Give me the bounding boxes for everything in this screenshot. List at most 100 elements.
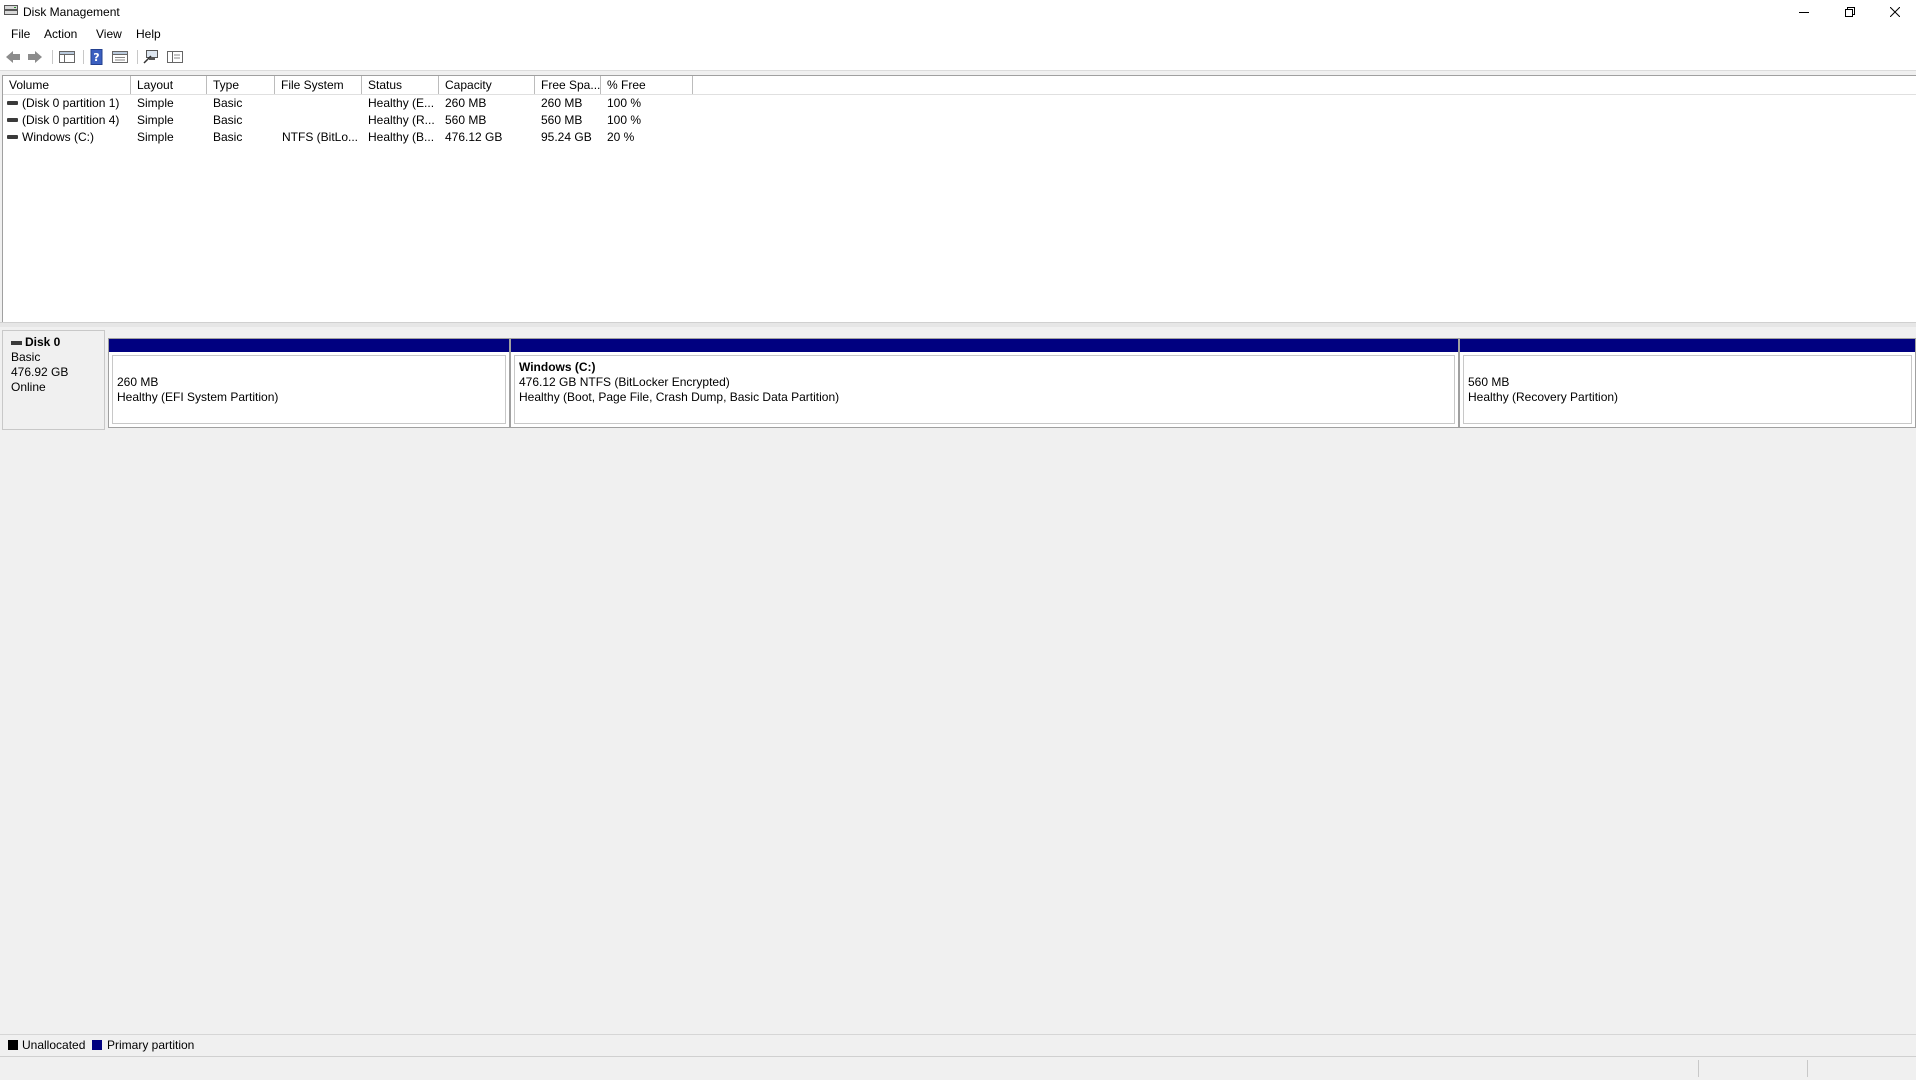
console-tree-button[interactable] [57, 48, 77, 66]
cell-layout: Simple [137, 113, 174, 127]
disk-state: Online [11, 380, 46, 394]
cell-type: Basic [213, 113, 243, 127]
partition-status: Healthy (Recovery Partition) [1468, 390, 1619, 404]
cell-type: Basic [213, 130, 243, 144]
cell-free-space: 560 MB [541, 113, 583, 127]
partition-recovery[interactable]: 560 MB Healthy (Recovery Partition) [1459, 338, 1916, 428]
partition-status: Healthy (Boot, Page File, Crash Dump, Ba… [519, 390, 840, 404]
disk-icon [11, 340, 22, 345]
primary-partition-bar [1460, 339, 1915, 352]
status-bar-divider [1698, 1060, 1700, 1077]
cell-file-system: NTFS (BitLo... [282, 130, 359, 144]
cell-percent-free: 100 % [607, 113, 642, 127]
drive-icon [7, 117, 18, 122]
cell-volume: (Disk 0 partition 4) [7, 112, 131, 129]
legend-unallocated: Unallocated [22, 1038, 86, 1052]
cell-layout: Simple [137, 96, 174, 110]
disk-kind: Basic [11, 350, 41, 364]
cell-capacity: 476.12 GB [445, 130, 503, 144]
partition-size: 260 MB [117, 375, 159, 389]
console-tree-icon [59, 51, 75, 63]
back-arrow-icon [6, 51, 20, 63]
column-header-status[interactable]: Status [362, 76, 439, 94]
disk-0-row: Disk 0 Basic 476.92 GB Online 260 MB Hea… [2, 330, 1916, 432]
cell-free-space: 260 MB [541, 96, 583, 110]
cell-layout: Simple [137, 130, 174, 144]
legend: Unallocated Primary partition [0, 1034, 1916, 1055]
menu-action[interactable]: Action [44, 27, 77, 41]
pane-splitter[interactable] [0, 322, 1916, 327]
toolbar: ? [0, 44, 1916, 71]
cell-percent-free: 100 % [607, 96, 642, 110]
restore-icon [1845, 7, 1855, 17]
partition-size: 560 MB [1468, 375, 1510, 389]
table-row[interactable]: (Disk 0 partition 1) Simple Basic Health… [3, 95, 1916, 112]
cell-file-system [282, 95, 362, 112]
view-pane-button[interactable] [165, 48, 185, 66]
partition-body: 560 MB Healthy (Recovery Partition) [1463, 355, 1912, 424]
cell-free-space: 95.24 GB [541, 130, 592, 144]
cell-status: Healthy (B... [368, 130, 435, 144]
menu-file[interactable]: File [11, 27, 30, 41]
primary-partition-bar [511, 339, 1458, 352]
menu-bar: File Action View Help [0, 24, 1916, 44]
cell-capacity: 560 MB [445, 113, 487, 127]
primary-partition-bar [109, 339, 509, 352]
properties-button[interactable] [110, 48, 130, 66]
column-header-file-system[interactable]: File System [275, 76, 362, 94]
disk-name-line: Disk 0 [11, 335, 104, 350]
disk-size: 476.92 GB [11, 365, 69, 379]
column-header-row: Volume Layout Type File System Status Ca… [3, 76, 1916, 95]
column-header-volume[interactable]: Volume [3, 76, 131, 94]
back-button[interactable] [3, 48, 23, 66]
volume-list[interactable]: Volume Layout Type File System Status Ca… [2, 75, 1916, 323]
properties-icon [112, 51, 128, 63]
disk-label[interactable]: Disk 0 Basic 476.92 GB Online [2, 330, 105, 430]
help-icon: ? [90, 49, 103, 65]
partition-status: Healthy (EFI System Partition) [117, 390, 279, 404]
disk-name: Disk 0 [25, 335, 61, 349]
cell-volume: (Disk 0 partition 1) [7, 95, 131, 112]
volume-name: (Disk 0 partition 4) [22, 113, 120, 127]
cell-volume: Windows (C:) [7, 129, 131, 146]
status-bar-divider [1807, 1060, 1809, 1077]
menu-view[interactable]: View [96, 27, 122, 41]
partition-body: 260 MB Healthy (EFI System Partition) [112, 355, 506, 424]
status-bar [0, 1056, 1916, 1080]
column-header-free-space[interactable]: Free Spa... [535, 76, 601, 94]
cell-status: Healthy (R... [368, 113, 435, 127]
toolbar-separator [52, 50, 53, 64]
menu-help[interactable]: Help [136, 27, 161, 41]
partition-title [117, 360, 505, 375]
table-row[interactable]: Windows (C:) Simple Basic NTFS (BitLo...… [3, 129, 1916, 146]
connect-button[interactable] [141, 48, 161, 66]
partition-efi[interactable]: 260 MB Healthy (EFI System Partition) [108, 338, 510, 428]
column-header-percent-free[interactable]: % Free [601, 76, 693, 94]
drive-icon [7, 134, 18, 139]
drive-icon [7, 100, 18, 105]
cell-file-system [282, 112, 362, 129]
forward-button[interactable] [25, 48, 45, 66]
connect-icon [143, 50, 158, 64]
volume-name: Windows (C:) [22, 130, 95, 144]
partition-title [1468, 360, 1911, 375]
toolbar-separator [137, 50, 138, 64]
toolbar-separator [83, 50, 84, 64]
partition-windows-c[interactable]: Windows (C:) 476.12 GB NTFS (BitLocker E… [510, 338, 1459, 428]
unallocated-swatch [8, 1040, 18, 1050]
minimize-button[interactable] [1781, 0, 1827, 24]
disk-management-icon [4, 5, 18, 15]
column-header-layout[interactable]: Layout [131, 76, 207, 94]
cell-type: Basic [213, 96, 243, 110]
partition-size: 476.12 GB NTFS (BitLocker Encrypted) [519, 375, 730, 389]
help-button[interactable]: ? [87, 48, 107, 66]
column-header-capacity[interactable]: Capacity [439, 76, 535, 94]
column-header-type[interactable]: Type [207, 76, 275, 94]
restore-button[interactable] [1827, 0, 1873, 24]
window-title: Disk Management [23, 5, 120, 19]
view-pane-icon [167, 51, 183, 63]
partition-title: Windows (C:) [519, 360, 596, 374]
primary-partition-swatch [92, 1040, 102, 1050]
close-button[interactable] [1872, 0, 1916, 24]
table-row[interactable]: (Disk 0 partition 4) Simple Basic Health… [3, 112, 1916, 129]
